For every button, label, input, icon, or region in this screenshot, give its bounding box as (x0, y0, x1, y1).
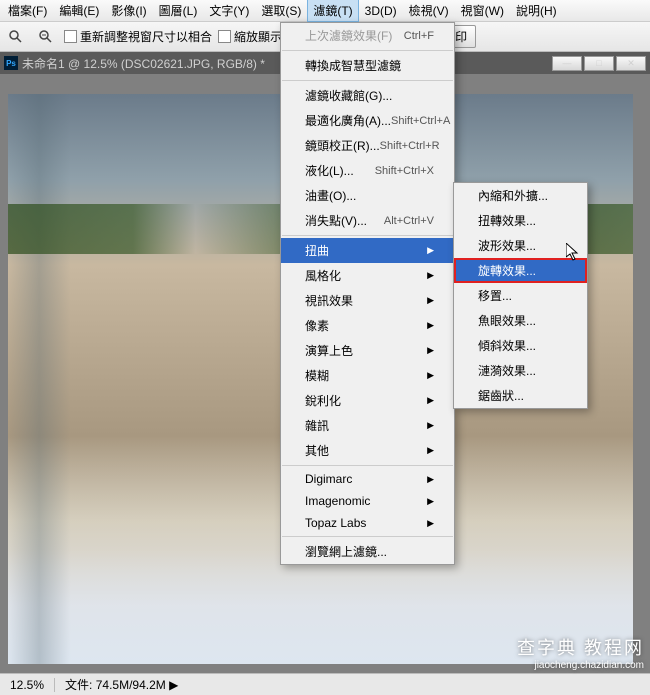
filter-menu-item[interactable]: 液化(L)...Shift+Ctrl+X (281, 158, 454, 183)
watermark: 查字典 教程网 jiaocheng.chazidian.com (517, 634, 644, 671)
filter-menu-item[interactable]: 最適化廣角(A)...Shift+Ctrl+A (281, 108, 454, 133)
filter-menu-dropdown: 上次濾鏡效果(F)Ctrl+F 轉換成智慧型濾鏡濾鏡收藏館(G)...最適化廣角(… (280, 22, 455, 565)
distort-submenu-item[interactable]: 移置... (454, 283, 587, 308)
distort-submenu-item[interactable]: 內縮和外擴... (454, 183, 587, 208)
menu-image[interactable]: 影像(I) (105, 0, 152, 22)
maximize-button[interactable]: □ (584, 56, 614, 71)
menu-file[interactable]: 檔案(F) (2, 0, 53, 22)
scrubby-zoom-checkbox[interactable]: 縮放顯示 (218, 28, 282, 45)
filter-menu-item[interactable]: 模糊▶ (281, 363, 454, 388)
menu-view[interactable]: 檢視(V) (403, 0, 455, 22)
filter-menu-item[interactable]: 消失點(V)...Alt+Ctrl+V (281, 208, 454, 233)
filter-menu-item[interactable]: 其他▶ (281, 438, 454, 463)
filter-menu-item[interactable]: 扭曲▶ (281, 238, 454, 263)
filter-menu-item[interactable]: 上次濾鏡效果(F)Ctrl+F (281, 23, 454, 48)
zoom-tool-icon[interactable] (4, 25, 28, 49)
distort-submenu-item[interactable]: 旋轉效果... (454, 258, 587, 283)
filter-menu-item[interactable]: 像素▶ (281, 313, 454, 338)
zoom-level[interactable]: 12.5% (0, 678, 55, 692)
menu-3d[interactable]: 3D(D) (359, 1, 403, 21)
filter-menu-item[interactable]: Imagenomic▶ (281, 490, 454, 512)
distort-submenu-item[interactable]: 鋸齒狀... (454, 383, 587, 408)
menubar: 檔案(F) 編輯(E) 影像(I) 圖層(L) 文字(Y) 選取(S) 濾鏡(T… (0, 0, 650, 22)
distort-submenu-item[interactable]: 漣漪效果... (454, 358, 587, 383)
menu-edit[interactable]: 編輯(E) (53, 0, 105, 22)
minimize-button[interactable]: — (552, 56, 582, 71)
zoom-out-icon[interactable] (34, 25, 58, 49)
menu-help[interactable]: 說明(H) (510, 0, 563, 22)
distort-submenu-item[interactable]: 波形效果... (454, 233, 587, 258)
distort-submenu-item[interactable]: 傾斜效果... (454, 333, 587, 358)
document-tab[interactable]: Ps 未命名1 @ 12.5% (DSC02621.JPG, RGB/8) * (4, 55, 265, 72)
menu-select[interactable]: 選取(S) (255, 0, 307, 22)
chevron-right-icon: ▶ (169, 678, 178, 692)
menu-filter[interactable]: 濾鏡(T) (307, 0, 358, 22)
menu-window[interactable]: 視窗(W) (455, 0, 510, 22)
distort-submenu-item[interactable]: 魚眼效果... (454, 308, 587, 333)
distort-submenu-item[interactable]: 扭轉效果... (454, 208, 587, 233)
ps-icon: Ps (4, 56, 18, 70)
distort-submenu: 內縮和外擴...扭轉效果...波形效果...旋轉效果...移置...魚眼效果..… (453, 182, 588, 409)
filter-menu-item[interactable]: 雜訊▶ (281, 413, 454, 438)
resize-windows-checkbox[interactable]: 重新調整視窗尺寸以相合 (64, 28, 212, 45)
file-info[interactable]: 文件: 74.5M/94.2M ▶ (55, 676, 188, 693)
filter-menu-item[interactable]: 風格化▶ (281, 263, 454, 288)
filter-menu-item[interactable]: 視訊效果▶ (281, 288, 454, 313)
filter-menu-item[interactable]: 銳利化▶ (281, 388, 454, 413)
status-bar: 12.5% 文件: 74.5M/94.2M ▶ (0, 673, 650, 695)
document-title: 未命名1 @ 12.5% (DSC02621.JPG, RGB/8) * (22, 55, 265, 72)
close-button[interactable]: ✕ (616, 56, 646, 71)
filter-menu-item[interactable]: 油畫(O)... (281, 183, 454, 208)
filter-menu-item[interactable]: 演算上色▶ (281, 338, 454, 363)
filter-menu-item[interactable]: Topaz Labs▶ (281, 512, 454, 534)
filter-menu-item[interactable]: 轉換成智慧型濾鏡 (281, 53, 454, 78)
filter-menu-item[interactable]: 濾鏡收藏館(G)... (281, 83, 454, 108)
menu-layer[interactable]: 圖層(L) (153, 0, 204, 22)
filter-menu-item[interactable]: 鏡頭校正(R)...Shift+Ctrl+R (281, 133, 454, 158)
filter-menu-item[interactable]: Digimarc▶ (281, 468, 454, 490)
filter-menu-item[interactable]: 瀏覽網上濾鏡... (281, 539, 454, 564)
menu-type[interactable]: 文字(Y) (203, 0, 255, 22)
